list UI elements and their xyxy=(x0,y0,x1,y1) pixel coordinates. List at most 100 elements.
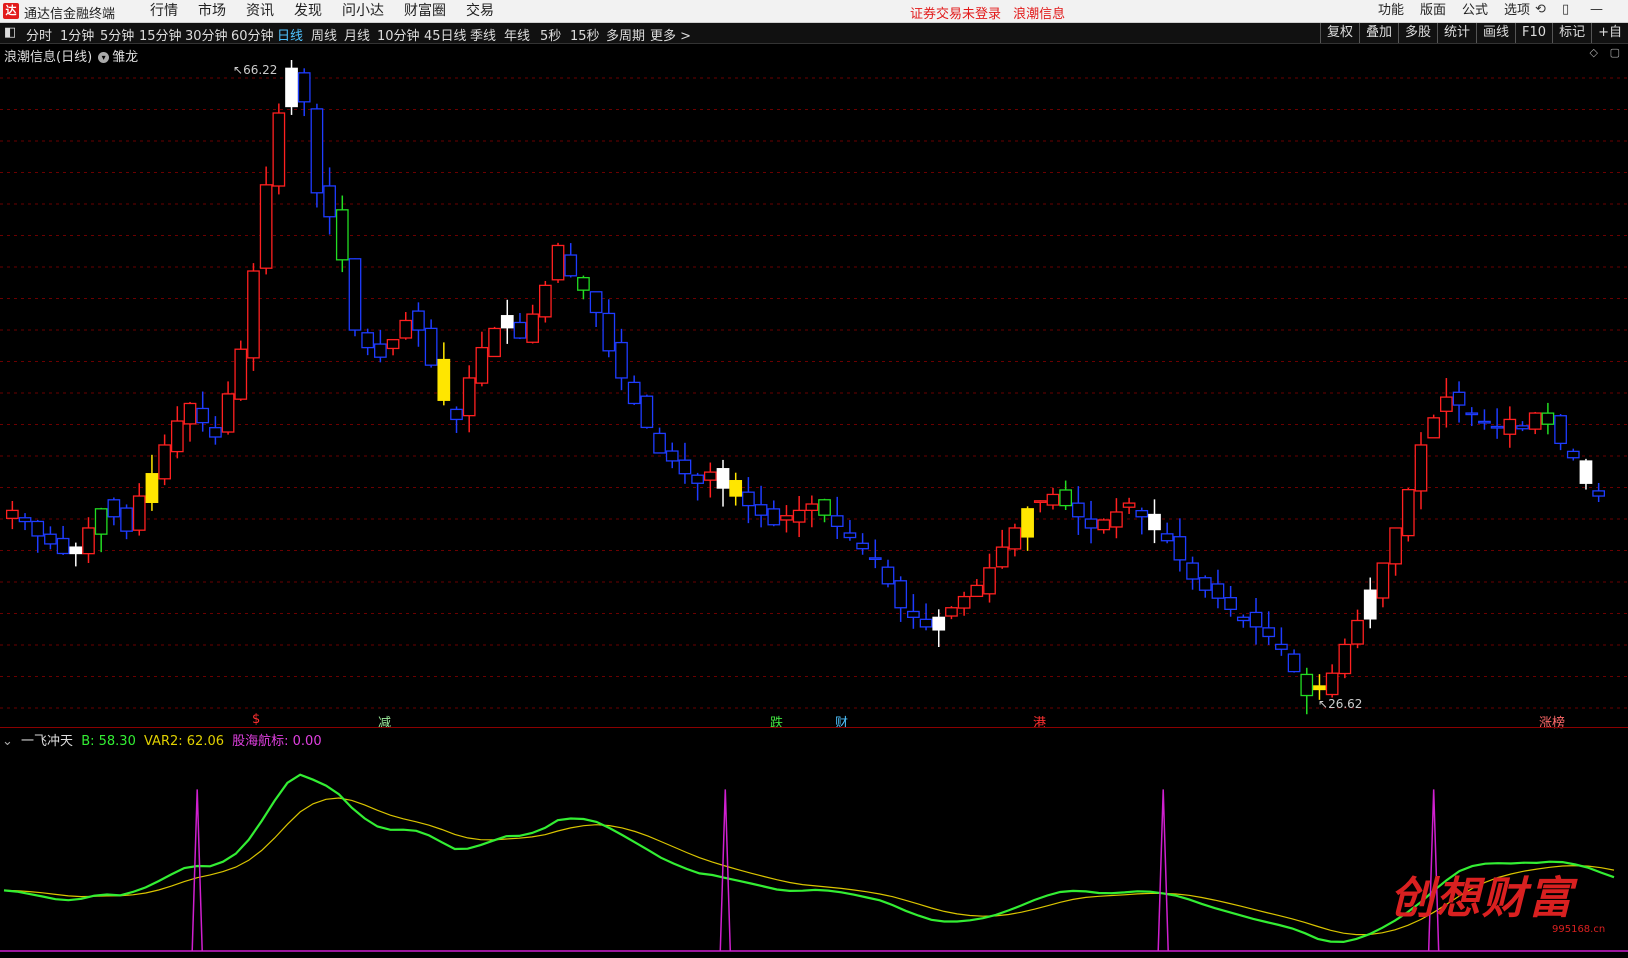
candle-body xyxy=(1351,619,1364,645)
period-60min[interactable]: 60分钟 xyxy=(231,25,274,44)
candlestick xyxy=(18,513,32,531)
period-fenshi[interactable]: 分时 xyxy=(26,25,52,44)
low-price-label: ↖26.62 xyxy=(1318,697,1363,711)
candle-body xyxy=(1566,450,1580,459)
candlestick xyxy=(170,406,184,459)
watermark-url: 995168.cn xyxy=(1552,924,1606,935)
period-weekly[interactable]: 周线 xyxy=(311,25,337,44)
candle-body xyxy=(1503,418,1517,435)
candlestick xyxy=(1579,458,1593,490)
lock-icon[interactable]: ▯ xyxy=(1562,2,1569,17)
tool-add[interactable]: +自 xyxy=(1591,23,1628,43)
tool-restore-rights[interactable]: 复权 xyxy=(1319,23,1359,43)
period-quarterly[interactable]: 季线 xyxy=(470,25,496,44)
candlestick xyxy=(716,459,730,507)
candlestick xyxy=(513,313,527,340)
period-yearly[interactable]: 年线 xyxy=(504,25,530,44)
period-15min[interactable]: 15分钟 xyxy=(139,25,182,44)
candlestick xyxy=(1401,487,1415,542)
tool-drawing[interactable]: 画线 xyxy=(1476,23,1515,43)
period-monthly[interactable]: 月线 xyxy=(344,25,370,44)
login-notice[interactable]: 证券交易未登录 浪潮信息 xyxy=(910,3,1073,22)
indicator-chart[interactable] xyxy=(0,745,1628,958)
menu-item-trade[interactable]: 交易 xyxy=(456,2,504,20)
candle-body xyxy=(348,258,362,331)
candlestick xyxy=(843,520,857,541)
tool-f10[interactable]: F10 xyxy=(1515,23,1552,43)
period-daily[interactable]: 日线 xyxy=(277,25,303,44)
candle-body xyxy=(437,358,451,401)
tool-overlay[interactable]: 叠加 xyxy=(1358,23,1398,43)
period-15sec[interactable]: 15秒 xyxy=(570,25,600,44)
candle-body xyxy=(132,495,146,531)
period-30min[interactable]: 30分钟 xyxy=(185,25,228,44)
candlestick xyxy=(412,302,425,347)
candlestick xyxy=(919,603,933,631)
candlestick xyxy=(1516,421,1529,432)
candlestick xyxy=(1071,486,1085,535)
period-5min[interactable]: 5分钟 xyxy=(100,25,134,44)
menu-options[interactable]: 选项 xyxy=(1496,2,1538,20)
period-more[interactable]: 更多 > xyxy=(650,25,691,44)
candlestick xyxy=(1173,518,1187,572)
diamond-icon[interactable]: ◇ xyxy=(1590,46,1598,59)
menu-formula[interactable]: 公式 xyxy=(1454,2,1496,20)
candle-body xyxy=(1541,412,1555,425)
candlestick xyxy=(5,501,19,530)
period-1min[interactable]: 1分钟 xyxy=(60,25,94,44)
candle-body xyxy=(82,527,95,555)
candlestick xyxy=(589,291,603,327)
minimize-icon[interactable]: — xyxy=(1590,2,1603,17)
refresh-icon[interactable]: ⟲ xyxy=(1535,2,1546,17)
candle-body xyxy=(1287,653,1301,673)
period-5sec[interactable]: 5秒 xyxy=(540,25,561,44)
panel-toggle-icon[interactable]: ◧ xyxy=(4,25,16,40)
menu-item-news[interactable]: 资讯 xyxy=(236,2,284,20)
menu-item-market[interactable]: 市场 xyxy=(188,2,236,20)
candlestick xyxy=(500,299,514,344)
menu-item-quotes[interactable]: 行情 xyxy=(140,2,188,20)
candle-body xyxy=(69,546,83,555)
candlestick xyxy=(221,381,235,435)
menu-item-ask[interactable]: 问小达 xyxy=(332,2,394,20)
candlestick xyxy=(742,477,755,524)
candlestick xyxy=(640,394,654,429)
tool-mark[interactable]: 标记 xyxy=(1552,23,1591,43)
candlestick xyxy=(196,391,210,432)
menu-function[interactable]: 功能 xyxy=(1370,2,1412,20)
signal-label: 财 xyxy=(835,716,849,731)
chart-tools: 复权 叠加 多股 统计 画线 F10 标记 +自 xyxy=(1319,23,1628,43)
candle-body xyxy=(1046,493,1060,506)
period-10min[interactable]: 10分钟 xyxy=(377,25,420,44)
candle-body xyxy=(551,244,565,281)
candle-body xyxy=(843,532,857,539)
window-icon[interactable]: ▢ xyxy=(1610,46,1620,59)
tool-multi-stock[interactable]: 多股 xyxy=(1398,23,1437,43)
candle-body xyxy=(602,312,616,352)
candlestick xyxy=(1135,507,1149,535)
signal-spike xyxy=(191,789,203,952)
menu-item-discover[interactable]: 发现 xyxy=(284,2,332,20)
menu-layout[interactable]: 版面 xyxy=(1412,2,1454,20)
candlestick xyxy=(564,243,578,278)
candlestick xyxy=(234,340,248,401)
candle-body xyxy=(1363,589,1377,620)
candle-body xyxy=(742,491,755,507)
menu-item-wealth[interactable]: 财富圈 xyxy=(394,2,456,20)
candle-body xyxy=(145,473,159,503)
login-status[interactable]: 证券交易未登录 xyxy=(910,7,1001,22)
candle-body xyxy=(412,310,425,331)
candlestick xyxy=(462,365,476,433)
candle-body xyxy=(1300,673,1314,697)
candlestick xyxy=(526,304,540,344)
period-45day[interactable]: 45日线 xyxy=(424,25,467,44)
candlestick xyxy=(995,529,1009,569)
candlestick xyxy=(1262,611,1276,645)
kline-chart[interactable] xyxy=(0,60,1628,726)
candle-body xyxy=(1198,577,1212,591)
candle-body xyxy=(615,341,628,379)
candlestick xyxy=(475,331,489,387)
period-multi[interactable]: 多周期 xyxy=(606,25,645,44)
candlestick xyxy=(602,299,616,358)
tool-statistics[interactable]: 统计 xyxy=(1437,23,1476,43)
